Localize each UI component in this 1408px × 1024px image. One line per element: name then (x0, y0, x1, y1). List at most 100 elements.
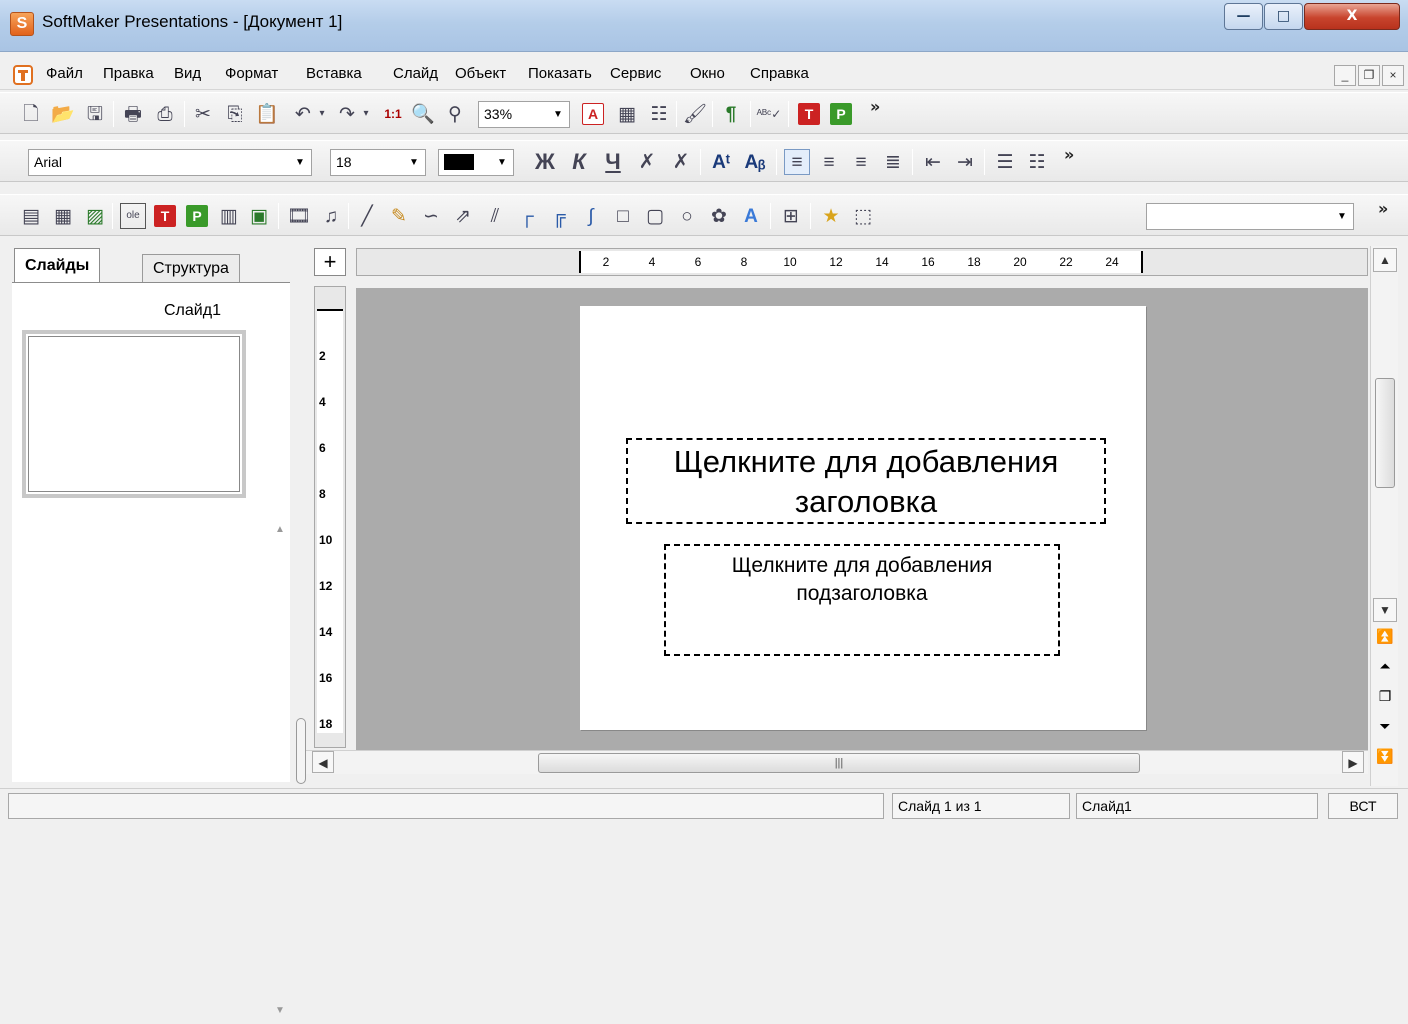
menu-tools[interactable]: Сервис (610, 65, 661, 82)
next-slide-icon[interactable]: ⏷ (1373, 716, 1397, 738)
paste-icon[interactable]: 📋 (254, 101, 280, 127)
subtitle-placeholder[interactable]: Щелкните для добавления подзаголовка (664, 544, 1060, 656)
undo-icon[interactable]: ↶ (290, 101, 316, 127)
mdi-restore-button[interactable]: ❐ (1358, 65, 1380, 86)
scroll-down-icon[interactable]: ▼ (275, 1005, 285, 1016)
selection-icon[interactable]: ⬚ (850, 203, 876, 229)
mdi-close-button[interactable]: × (1382, 65, 1404, 86)
menu-window[interactable]: Окно (690, 65, 725, 82)
zoom-icon[interactable]: ⚲ (442, 101, 468, 127)
tab-slides[interactable]: Слайды (14, 248, 101, 282)
zoom-actual-size-icon[interactable]: 1:1 (380, 101, 406, 127)
last-slide-icon[interactable]: ⏬ (1373, 746, 1397, 768)
align-right-icon[interactable]: ≡ (848, 149, 874, 175)
scroll-up-icon[interactable]: ▲ (1373, 248, 1397, 272)
tab-structure[interactable]: Структура (142, 254, 240, 282)
chevron-down-icon[interactable]: ▼ (491, 150, 513, 175)
group-icon[interactable]: ⊞ (778, 203, 804, 229)
slide-page[interactable]: Щелкните для добавления заголовка Щелкни… (580, 306, 1146, 730)
insert-table-icon[interactable]: ▦ (50, 203, 76, 229)
presentations-object-icon[interactable]: P (186, 205, 208, 227)
close-button[interactable]: X (1304, 3, 1400, 30)
align-left-icon[interactable]: ≡ (784, 149, 810, 175)
menu-view[interactable]: Вид (174, 65, 201, 82)
menu-object[interactable]: Объект (455, 65, 506, 82)
menu-file[interactable]: Файл (46, 65, 83, 82)
underline-icon[interactable]: Ч (600, 149, 626, 175)
scroll-up-icon[interactable]: ▲ (275, 524, 285, 535)
textmaker-icon[interactable]: T (798, 103, 820, 125)
align-center-icon[interactable]: ≡ (816, 149, 842, 175)
connector-icon[interactable]: ┌ (514, 203, 540, 229)
style-combo[interactable]: ▼ (1146, 203, 1354, 230)
cut-icon[interactable]: ✂ (190, 101, 216, 127)
slide-overview-icon[interactable]: ❐ (1373, 686, 1397, 708)
new-document-icon[interactable]: 🗋 (18, 101, 44, 127)
vertical-scrollbar[interactable]: ▲ ▼ ⏫ ⏶ ❐ ⏷ ⏬ (1370, 246, 1398, 786)
chevron-down-icon[interactable]: ▼ (403, 150, 425, 175)
planmaker-object-icon[interactable]: ▣ (246, 203, 272, 229)
font-size-combo[interactable]: 18 ▼ (330, 149, 426, 176)
sound-icon[interactable]: ♫ (318, 203, 344, 229)
movie-icon[interactable]: 🎞 (286, 203, 312, 229)
align-justify-icon[interactable]: ≣ (880, 149, 906, 175)
textart-icon[interactable]: A (738, 203, 764, 229)
toolbar-overflow[interactable]: » (1064, 145, 1074, 164)
slide-canvas[interactable]: Щелкните для добавления заголовка Щелкни… (356, 288, 1368, 750)
scroll-right-icon[interactable]: ▶ (1342, 751, 1364, 773)
table-icon[interactable]: ▦ (614, 101, 640, 127)
rectangle-icon[interactable]: □ (610, 203, 636, 229)
elbow-connector-icon[interactable]: ╔ (546, 203, 572, 229)
text-frame-icon[interactable]: A (582, 103, 604, 125)
chevron-down-icon[interactable]: ▼ (1331, 204, 1353, 229)
text-frame-icon[interactable]: ▤ (18, 203, 44, 229)
scroll-thumb[interactable] (1375, 378, 1395, 488)
ellipse-icon[interactable]: ○ (674, 203, 700, 229)
chevron-down-icon[interactable]: ▼ (547, 102, 569, 127)
zoom-combo[interactable]: 33% ▼ (478, 101, 570, 128)
chevron-down-icon[interactable]: ▼ (289, 150, 311, 175)
redo-icon[interactable]: ↷ (334, 101, 360, 127)
slide-thumbnail[interactable] (22, 330, 246, 498)
bold-icon[interactable]: Ж (532, 149, 558, 175)
arrow-icon[interactable]: ⇗ (450, 203, 476, 229)
menu-show[interactable]: Показать (528, 65, 592, 82)
first-slide-icon[interactable]: ⏫ (1373, 626, 1397, 648)
superscript-icon[interactable]: Aᵗ (708, 149, 734, 175)
save-icon[interactable]: 🖫 (82, 101, 108, 127)
app-icon[interactable]: S (10, 12, 34, 36)
previous-slide-icon[interactable]: ⏶ (1373, 656, 1397, 678)
outline-icon[interactable]: ☷ (646, 101, 672, 127)
chart-object-icon[interactable]: ▥ (216, 203, 242, 229)
italic-icon[interactable]: К (566, 149, 592, 175)
horizontal-scrollbar[interactable]: ◀ ||| ▶ (306, 750, 1368, 774)
title-placeholder[interactable]: Щелкните для добавления заголовка (626, 438, 1106, 524)
redo-dropdown-icon[interactable]: ▾ (360, 101, 372, 127)
print-icon[interactable]: 🖶 (120, 101, 146, 127)
toolbar-overflow[interactable]: » (1378, 199, 1388, 218)
textmaker-object-icon[interactable]: T (154, 205, 176, 227)
toolbar-overflow[interactable]: » (870, 97, 880, 116)
horizontal-scroll-thumb[interactable]: ||| (538, 753, 1140, 773)
status-insert-mode[interactable]: ВСТ (1328, 793, 1398, 819)
menu-help[interactable]: Справка (750, 65, 809, 82)
menu-edit[interactable]: Правка (103, 65, 154, 82)
panel-splitter[interactable] (296, 718, 306, 784)
insert-picture-icon[interactable]: ▨ (82, 203, 108, 229)
format-painter-icon[interactable]: 🖌 (682, 101, 708, 127)
menu-format[interactable]: Формат (225, 65, 278, 82)
ole-object-icon[interactable]: ole (120, 203, 146, 229)
undo-dropdown-icon[interactable]: ▾ (316, 101, 328, 127)
open-folder-icon[interactable]: 📂 (50, 101, 76, 127)
zoom-in-icon[interactable]: 🔍 (410, 101, 436, 127)
curve-icon[interactable]: ∽ (418, 203, 444, 229)
numbered-list-icon[interactable]: ☷ (1024, 149, 1050, 175)
export-pdf-icon[interactable]: ⎙ (152, 101, 178, 127)
curved-connector-icon[interactable]: ∫ (578, 203, 604, 229)
show-formatting-icon[interactable]: ¶ (718, 101, 744, 127)
scroll-left-icon[interactable]: ◀ (312, 751, 334, 773)
increase-indent-icon[interactable]: ⇥ (952, 149, 978, 175)
ruler-origin-icon[interactable]: + (314, 248, 346, 276)
maximize-button[interactable]: □ (1264, 3, 1303, 30)
presentations-icon[interactable]: P (830, 103, 852, 125)
